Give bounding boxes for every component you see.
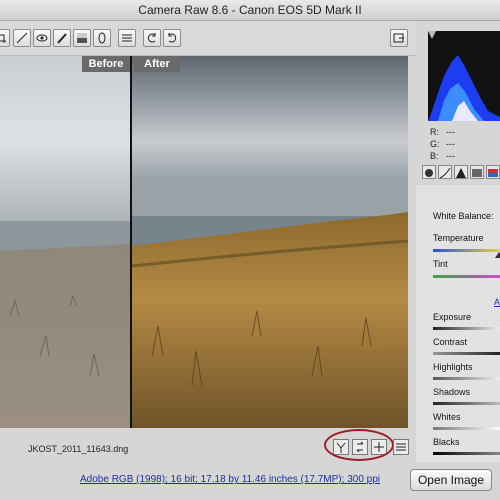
- preferences-icon[interactable]: [118, 29, 136, 47]
- adjustment-brush-icon[interactable]: [53, 29, 71, 47]
- shadows-label: Shadows: [433, 387, 471, 397]
- exposure-slider[interactable]: [433, 327, 500, 330]
- b-value: ---: [446, 151, 455, 161]
- white-balance-label: White Balance:: [433, 211, 494, 221]
- panel-tabs: [416, 165, 500, 181]
- r-value: ---: [446, 127, 455, 137]
- highlight-circle: [324, 429, 394, 461]
- straighten-icon[interactable]: [13, 29, 31, 47]
- before-image: [0, 56, 130, 428]
- temperature-thumb[interactable]: [495, 252, 500, 258]
- image-preview[interactable]: Before After: [0, 56, 408, 428]
- basic-tab-icon[interactable]: [422, 165, 436, 179]
- b-label: B:: [430, 151, 439, 161]
- window-title: Camera Raw 8.6 - Canon EOS 5D Mark II: [0, 0, 500, 21]
- settings-menu-icon[interactable]: [393, 439, 409, 455]
- detail-tab-icon[interactable]: [454, 165, 468, 179]
- bottom-bar: Adobe RGB (1998); 16 bit; 17.18 by 11.46…: [0, 462, 500, 500]
- filename: JKOST_2011_11643.dng: [28, 444, 129, 454]
- workflow-options-link[interactable]: Adobe RGB (1998); 16 bit; 17.18 by 11.46…: [80, 474, 380, 485]
- tint-slider[interactable]: [433, 275, 500, 278]
- whites-slider[interactable]: [433, 427, 500, 430]
- temperature-label: Temperature: [433, 233, 484, 243]
- g-label: G:: [430, 139, 440, 149]
- temperature-slider[interactable]: [433, 249, 500, 258]
- tone-curve-tab-icon[interactable]: [438, 165, 452, 179]
- right-panel: R: --- G: --- B: --- White Balance: Temp…: [416, 21, 500, 462]
- tint-label: Tint: [433, 259, 448, 269]
- r-label: R:: [430, 127, 439, 137]
- blacks-label: Blacks: [433, 437, 460, 447]
- shadows-slider[interactable]: [433, 402, 500, 405]
- crop-icon[interactable]: [0, 29, 10, 47]
- after-label: After: [134, 56, 180, 72]
- status-bar: JKOST_2011_11643.dng: [0, 428, 409, 461]
- histogram: [428, 31, 500, 121]
- contrast-slider[interactable]: [433, 352, 500, 355]
- exposure-label: Exposure: [433, 312, 472, 322]
- open-image-button[interactable]: Open Image: [410, 469, 492, 491]
- basic-panel: White Balance: Temperature Tint A Exposu…: [416, 185, 500, 462]
- rotate-left-icon[interactable]: [143, 29, 161, 47]
- g-value: ---: [446, 139, 455, 149]
- before-label: Before: [82, 56, 130, 72]
- red-eye-icon[interactable]: [33, 29, 51, 47]
- hsl-tab-icon[interactable]: [470, 165, 484, 179]
- blacks-slider[interactable]: [433, 452, 500, 455]
- highlights-slider[interactable]: [433, 377, 500, 380]
- after-image: [132, 56, 408, 428]
- toggle-fullscreen-icon[interactable]: [390, 29, 408, 47]
- auto-link[interactable]: A: [494, 297, 500, 307]
- rotate-right-icon[interactable]: [163, 29, 181, 47]
- graduated-filter-icon[interactable]: [73, 29, 91, 47]
- contrast-label: Contrast: [433, 337, 468, 347]
- whites-label: Whites: [433, 412, 461, 422]
- split-toning-tab-icon[interactable]: [486, 165, 500, 179]
- highlights-label: Highlights: [433, 362, 473, 372]
- radial-filter-icon[interactable]: [93, 29, 111, 47]
